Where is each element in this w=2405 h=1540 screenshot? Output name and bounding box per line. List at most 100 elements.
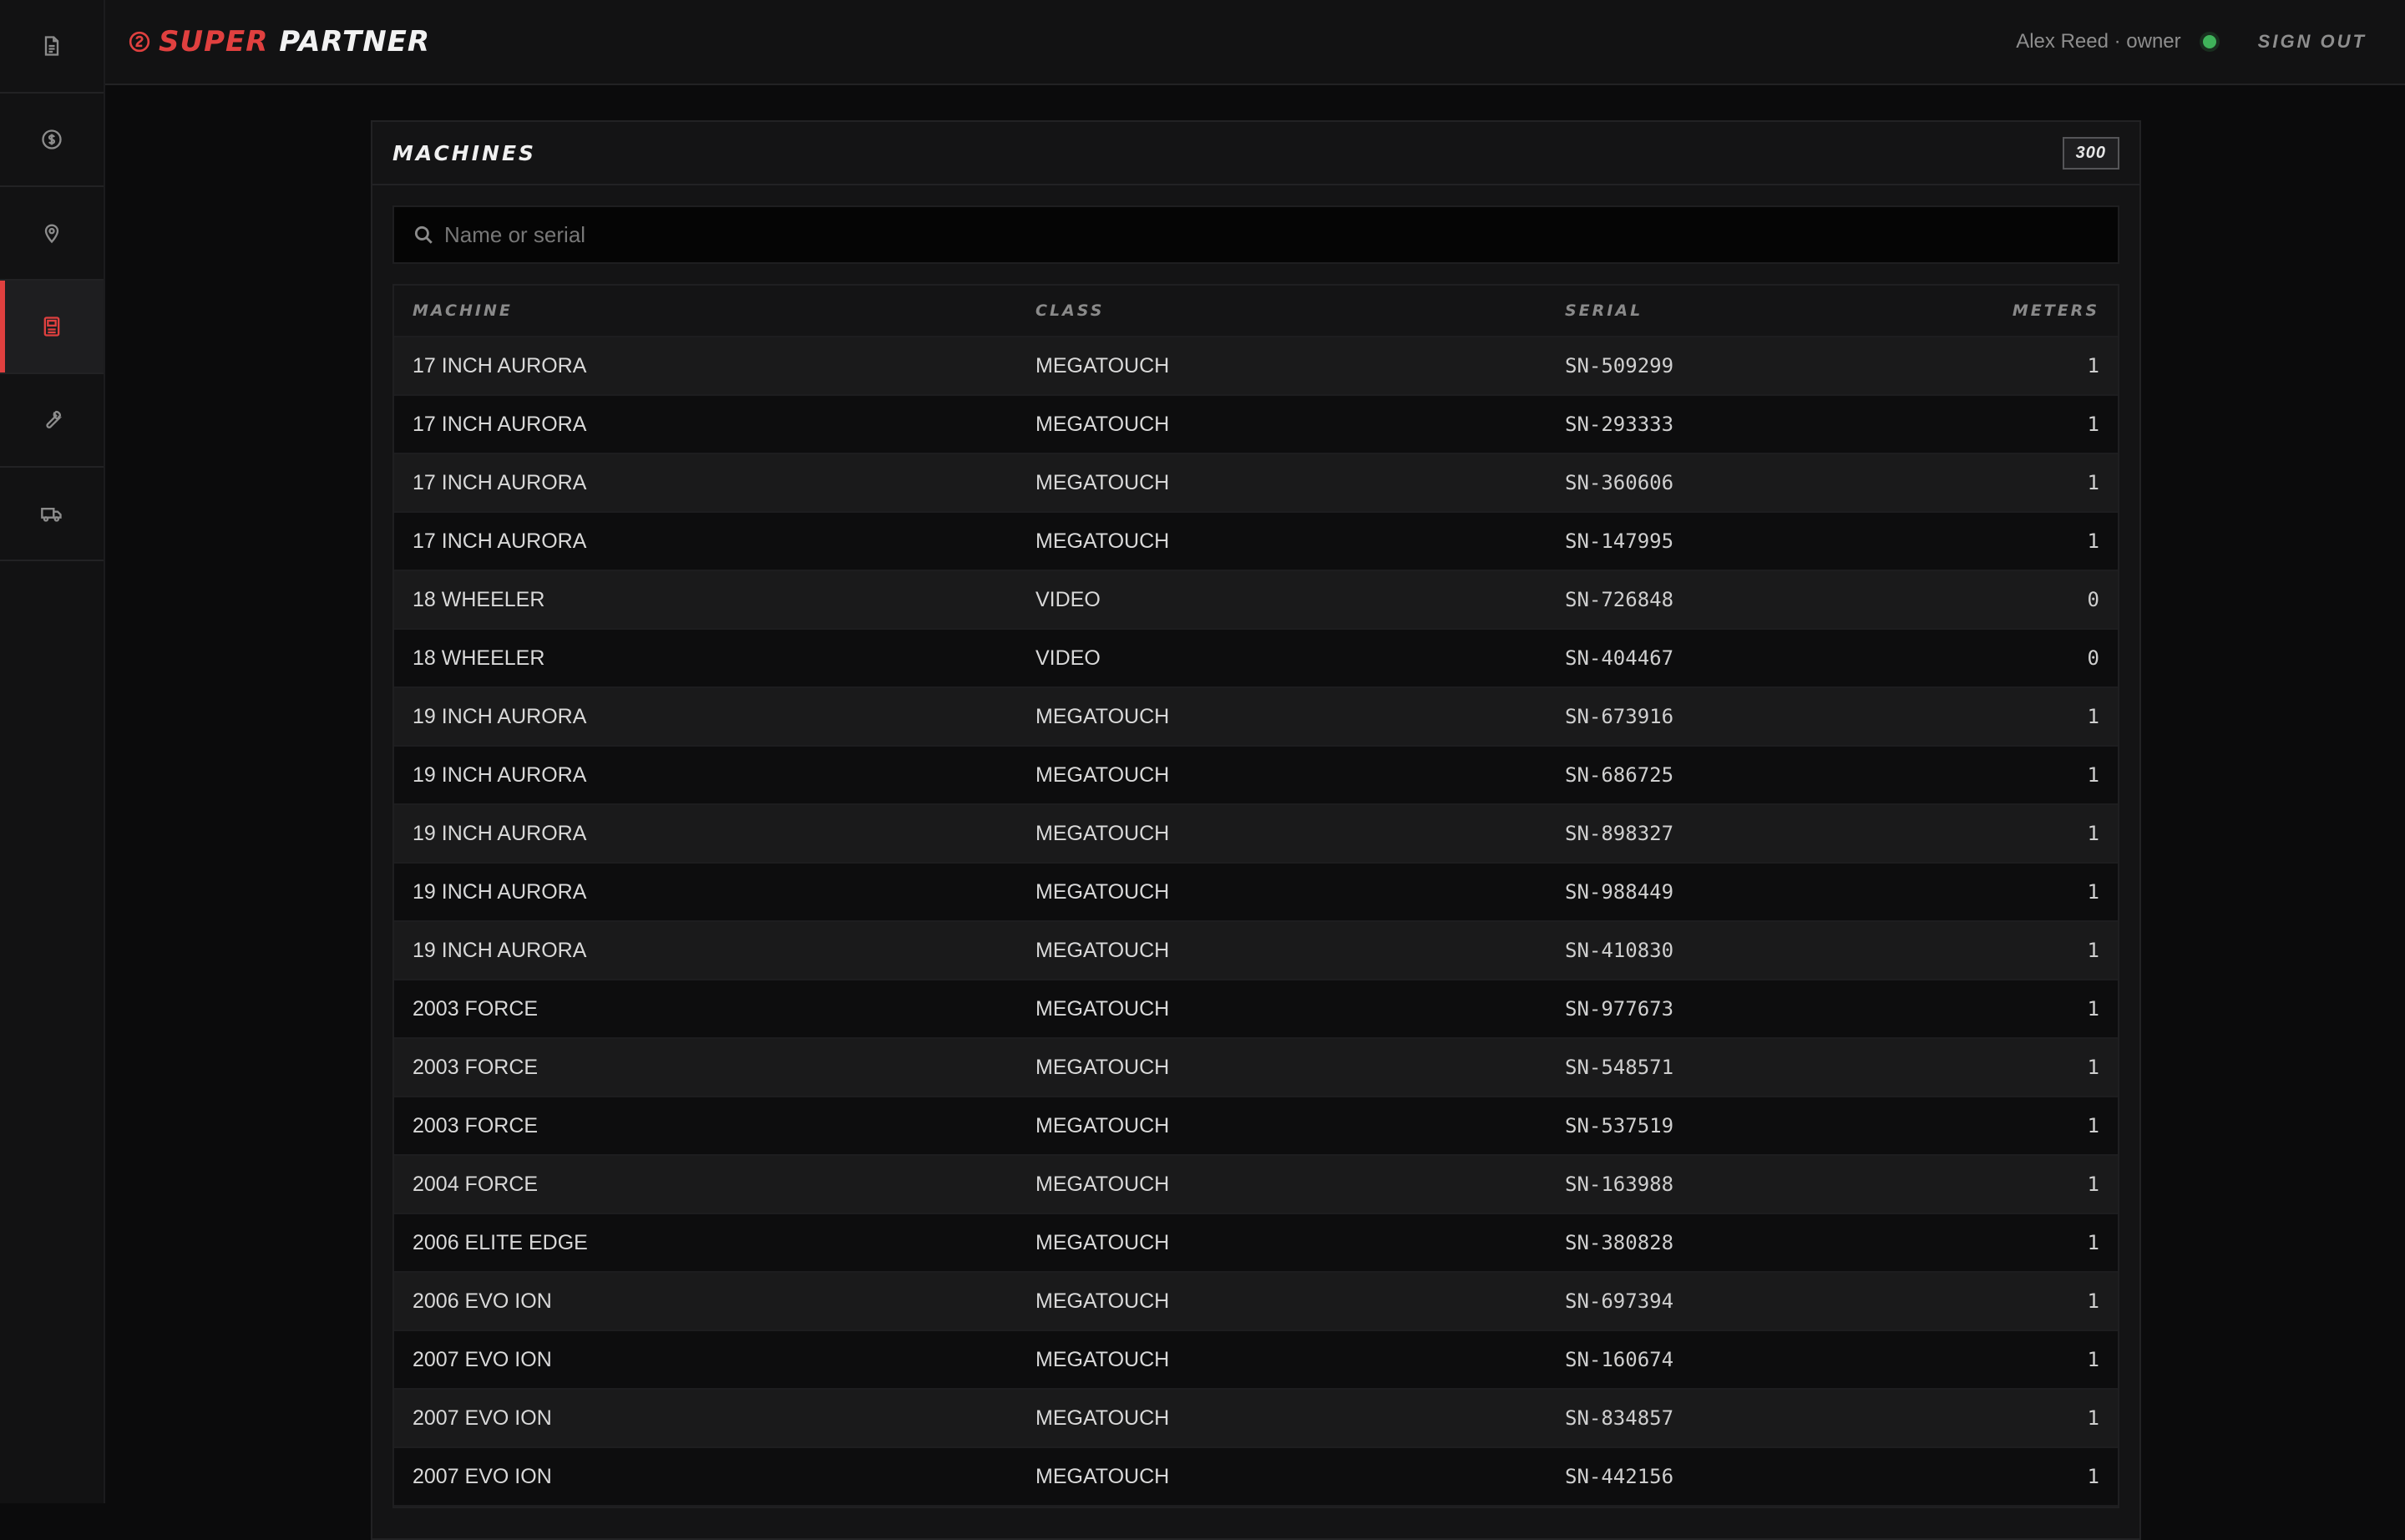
- cell-class: MEGATOUCH: [1035, 470, 1170, 494]
- sidebar-item-routes[interactable]: [0, 468, 104, 561]
- cell-meters: 1: [2087, 822, 2099, 845]
- truck-icon: [41, 508, 62, 522]
- user-area: Alex Reed · owner SIGN OUT: [2016, 30, 2367, 53]
- sidebar-item-collections[interactable]: [0, 94, 104, 187]
- table-row[interactable]: 2007 EVO ION MEGATOUCH SN-442156 1: [394, 1448, 2118, 1507]
- table-row[interactable]: 17 INCH AURORA MEGATOUCH SN-509299 1: [394, 337, 2118, 396]
- cell-serial: SN-442156: [1565, 1465, 1674, 1488]
- coin-icon: [42, 129, 62, 149]
- search-input[interactable]: [444, 221, 2099, 248]
- column-header-serial[interactable]: SERIAL: [1565, 301, 1916, 320]
- cell-serial: SN-686725: [1565, 763, 1674, 787]
- cell-machine: 2007 EVO ION: [413, 1464, 552, 1488]
- table-row[interactable]: 17 INCH AURORA MEGATOUCH SN-293333 1: [394, 396, 2118, 454]
- cell-meters: 1: [2087, 354, 2099, 377]
- machines-panel: MACHINES 300 MACHINE CLASS SERIAL METERS…: [371, 120, 2141, 1540]
- page-title: MACHINES: [392, 140, 537, 165]
- table-row[interactable]: 17 INCH AURORA MEGATOUCH SN-147995 1: [394, 513, 2118, 571]
- cell-meters: 1: [2087, 471, 2099, 494]
- table-body: 17 INCH AURORA MEGATOUCH SN-509299 1 17 INCH…: [394, 337, 2118, 1507]
- sign-out-button[interactable]: SIGN OUT: [2258, 31, 2367, 53]
- panel-header: MACHINES 300: [372, 122, 2139, 185]
- cell-machine: 2006 EVO ION: [413, 1289, 552, 1313]
- cell-machine: 19 INCH AURORA: [413, 938, 587, 962]
- cell-class: MEGATOUCH: [1035, 1172, 1170, 1196]
- sidebar-item-reports[interactable]: [0, 0, 104, 94]
- logo-icon: [129, 31, 150, 53]
- brand-super: SUPER: [159, 25, 269, 58]
- table-row[interactable]: 2004 FORCE MEGATOUCH SN-163988 1: [394, 1156, 2118, 1214]
- sidebar-item-service[interactable]: [0, 374, 104, 468]
- table-row[interactable]: 18 WHEELER VIDEO SN-404467 0: [394, 630, 2118, 688]
- cell-class: MEGATOUCH: [1035, 879, 1170, 904]
- cell-meters: 1: [2087, 1231, 2099, 1254]
- brand-logo[interactable]: SUPER PARTNER: [129, 25, 430, 58]
- cell-meters: 1: [2087, 1114, 2099, 1137]
- cell-class: VIDEO: [1035, 646, 1101, 670]
- cell-serial: SN-977673: [1565, 997, 1674, 1021]
- cell-machine: 2004 FORCE: [413, 1172, 539, 1196]
- sidebar-item-machines[interactable]: [0, 281, 104, 374]
- cell-class: MEGATOUCH: [1035, 529, 1170, 553]
- cell-meters: 0: [2087, 646, 2099, 670]
- column-header-meters[interactable]: METERS: [1916, 301, 2099, 320]
- table-row[interactable]: 2003 FORCE MEGATOUCH SN-977673 1: [394, 980, 2118, 1039]
- cell-serial: SN-898327: [1565, 822, 1674, 845]
- cell-meters: 1: [2087, 1465, 2099, 1488]
- cell-meters: 1: [2087, 880, 2099, 904]
- table-row[interactable]: 2003 FORCE MEGATOUCH SN-548571 1: [394, 1039, 2118, 1097]
- cell-serial: SN-163988: [1565, 1173, 1674, 1196]
- cell-serial: SN-360606: [1565, 471, 1674, 494]
- cell-class: MEGATOUCH: [1035, 1289, 1170, 1313]
- table-row[interactable]: 19 INCH AURORA MEGATOUCH SN-898327 1: [394, 805, 2118, 864]
- cell-machine: 17 INCH AURORA: [413, 353, 587, 377]
- cell-serial: SN-160674: [1565, 1348, 1674, 1371]
- table-row[interactable]: 2006 EVO ION MEGATOUCH SN-697394 1: [394, 1273, 2118, 1331]
- cell-serial: SN-380828: [1565, 1231, 1674, 1254]
- table-row[interactable]: 2007 EVO ION MEGATOUCH SN-160674 1: [394, 1331, 2118, 1390]
- cell-class: MEGATOUCH: [1035, 1464, 1170, 1488]
- cell-meters: 1: [2087, 763, 2099, 787]
- cell-serial: SN-404467: [1565, 646, 1674, 670]
- cell-serial: SN-697394: [1565, 1289, 1674, 1313]
- cell-meters: 1: [2087, 1406, 2099, 1430]
- table-row[interactable]: 19 INCH AURORA MEGATOUCH SN-686725 1: [394, 747, 2118, 805]
- sidebar-item-locations[interactable]: [0, 187, 104, 281]
- search-box[interactable]: [392, 205, 2119, 264]
- cell-machine: 2003 FORCE: [413, 1055, 539, 1079]
- table-row[interactable]: 2003 FORCE MEGATOUCH SN-537519 1: [394, 1097, 2118, 1156]
- brand-name: SUPER PARTNER: [159, 25, 430, 58]
- column-header-machine[interactable]: MACHINE: [413, 301, 1035, 320]
- table-row[interactable]: 19 INCH AURORA MEGATOUCH SN-988449 1: [394, 864, 2118, 922]
- cell-class: MEGATOUCH: [1035, 1055, 1170, 1079]
- table-row[interactable]: 2006 ELITE EDGE MEGATOUCH SN-380828 1: [394, 1214, 2118, 1273]
- cell-class: MEGATOUCH: [1035, 704, 1170, 728]
- cell-class: VIDEO: [1035, 587, 1101, 611]
- column-header-class[interactable]: CLASS: [1035, 301, 1565, 320]
- cell-machine: 19 INCH AURORA: [413, 821, 587, 845]
- cell-serial: SN-293333: [1565, 413, 1674, 436]
- cell-class: MEGATOUCH: [1035, 762, 1170, 787]
- cell-serial: SN-726848: [1565, 588, 1674, 611]
- top-bar: SUPER PARTNER Alex Reed · owner SIGN OUT: [105, 0, 2405, 85]
- table-row[interactable]: 18 WHEELER VIDEO SN-726848 0: [394, 571, 2118, 630]
- table-row[interactable]: 19 INCH AURORA MEGATOUCH SN-410830 1: [394, 922, 2118, 980]
- online-status-dot: [2202, 35, 2216, 48]
- cell-serial: SN-673916: [1565, 705, 1674, 728]
- cell-class: MEGATOUCH: [1035, 1406, 1170, 1430]
- cell-machine: 2003 FORCE: [413, 1113, 539, 1137]
- cell-meters: 1: [2087, 1348, 2099, 1371]
- table-row[interactable]: 17 INCH AURORA MEGATOUCH SN-360606 1: [394, 454, 2118, 513]
- cell-machine: 17 INCH AURORA: [413, 529, 587, 553]
- cell-meters: 1: [2087, 997, 2099, 1021]
- table-row[interactable]: 2007 EVO ION MEGATOUCH SN-834857 1: [394, 1390, 2118, 1448]
- wrench-icon: [46, 410, 63, 428]
- cell-class: MEGATOUCH: [1035, 1230, 1170, 1254]
- cell-serial: SN-548571: [1565, 1056, 1674, 1079]
- cell-machine: 18 WHEELER: [413, 646, 545, 670]
- cell-meters: 0: [2087, 588, 2099, 611]
- table-row[interactable]: 19 INCH AURORA MEGATOUCH SN-673916 1: [394, 688, 2118, 747]
- cell-serial: SN-147995: [1565, 529, 1674, 553]
- cell-meters: 1: [2087, 1056, 2099, 1079]
- count-badge: 300: [2062, 136, 2119, 170]
